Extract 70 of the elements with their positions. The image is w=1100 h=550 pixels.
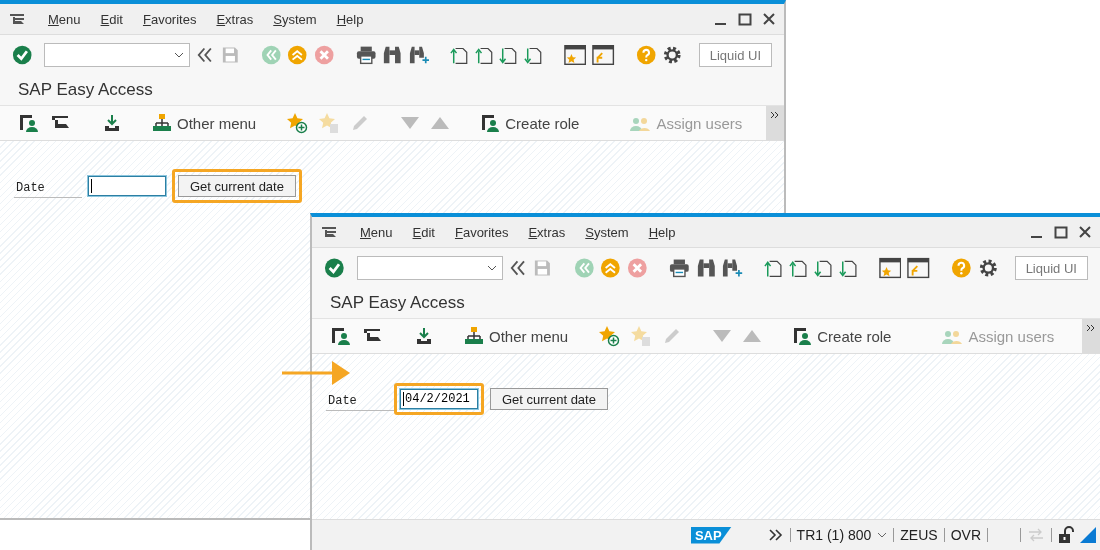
settings-icon[interactable] xyxy=(978,257,999,279)
binoculars-icon[interactable] xyxy=(695,258,717,278)
page-up-icon[interactable] xyxy=(474,45,494,65)
date-label: Date xyxy=(14,174,82,198)
star-add-icon[interactable] xyxy=(286,112,309,134)
star-add-icon[interactable] xyxy=(598,325,621,347)
tray-arrow-icon[interactable] xyxy=(102,113,122,133)
menu-item[interactable]: Help xyxy=(648,224,676,240)
star-delete-icon[interactable] xyxy=(318,112,341,134)
menu-item[interactable]: Edit xyxy=(412,224,435,240)
create-role-button[interactable]: Create role xyxy=(792,326,892,346)
unlocked-lock-icon[interactable] xyxy=(1058,526,1074,544)
resize-grip-icon[interactable] xyxy=(1080,527,1096,543)
create-role-button[interactable]: Create role xyxy=(480,113,580,133)
server-name: ZEUS xyxy=(900,527,938,543)
close-icon[interactable] xyxy=(1078,225,1092,239)
hierarchy-icon xyxy=(152,113,172,133)
check-icon[interactable] xyxy=(324,257,345,279)
user-menu-icon[interactable] xyxy=(18,113,40,133)
other-menu-button[interactable]: Other menu xyxy=(464,326,569,346)
settings-icon[interactable] xyxy=(662,44,683,66)
printer-icon[interactable] xyxy=(355,45,377,65)
get-date-button[interactable]: Get current date xyxy=(178,175,296,197)
caret-icon[interactable] xyxy=(877,532,888,538)
liquid-ui-button[interactable]: Liquid UI xyxy=(698,43,773,67)
menu-item[interactable]: System xyxy=(585,224,629,240)
page-up-icon[interactable] xyxy=(450,45,469,65)
page-down-icon[interactable] xyxy=(813,258,833,278)
page-up-icon[interactable] xyxy=(789,258,808,278)
hierarchy-icon xyxy=(464,326,484,346)
tray-arrow-icon[interactable] xyxy=(414,326,434,346)
get-date-button[interactable]: Get current date xyxy=(490,388,608,410)
page-up-icon[interactable] xyxy=(764,258,784,278)
menu-item[interactable]: Favorites xyxy=(142,11,197,27)
input-mode[interactable]: OVR xyxy=(950,527,981,543)
star-delete-icon[interactable] xyxy=(630,325,653,347)
page-down-icon[interactable] xyxy=(524,45,543,65)
double-chevron-icon[interactable] xyxy=(767,528,784,542)
page-down-icon[interactable] xyxy=(499,45,519,65)
binoculars-plus-icon[interactable] xyxy=(408,45,429,65)
other-menu-button[interactable]: Other menu xyxy=(152,113,257,133)
menu-item[interactable]: Extras xyxy=(528,224,566,240)
menu-item[interactable]: Menu xyxy=(48,11,81,27)
user-menu-icon[interactable] xyxy=(330,326,352,346)
user-icon xyxy=(792,326,813,346)
menu-item[interactable]: System xyxy=(273,11,317,27)
system-info[interactable]: TR1 (1) 800 xyxy=(796,527,872,543)
caret-icon[interactable] xyxy=(174,52,185,58)
date-label: Date xyxy=(326,387,394,411)
binoculars-plus-icon[interactable] xyxy=(722,258,743,278)
sap-logo: SAP xyxy=(690,526,732,544)
page-down-icon[interactable] xyxy=(838,258,858,278)
close-icon[interactable] xyxy=(762,12,776,26)
liquid-ui-button[interactable]: Liquid UI xyxy=(1014,256,1088,280)
user-icon xyxy=(480,113,501,133)
caret-icon[interactable] xyxy=(486,265,497,271)
menu-item[interactable]: Edit xyxy=(100,11,123,27)
menu-item[interactable]: Favorites xyxy=(454,224,509,240)
menu-item[interactable]: Extras xyxy=(216,11,254,27)
check-icon[interactable] xyxy=(12,44,33,66)
date-field[interactable]: 04/2/2021 xyxy=(400,389,478,409)
maximize-icon[interactable] xyxy=(1054,225,1068,239)
binoculars-icon[interactable] xyxy=(382,45,403,65)
menu-item[interactable]: Menu xyxy=(360,224,393,240)
maximize-icon[interactable] xyxy=(738,12,752,26)
command-field[interactable] xyxy=(356,256,503,280)
date-field[interactable] xyxy=(88,176,166,196)
command-field[interactable] xyxy=(44,43,191,67)
printer-icon[interactable] xyxy=(668,258,690,278)
menu-item[interactable]: Help xyxy=(336,11,364,27)
